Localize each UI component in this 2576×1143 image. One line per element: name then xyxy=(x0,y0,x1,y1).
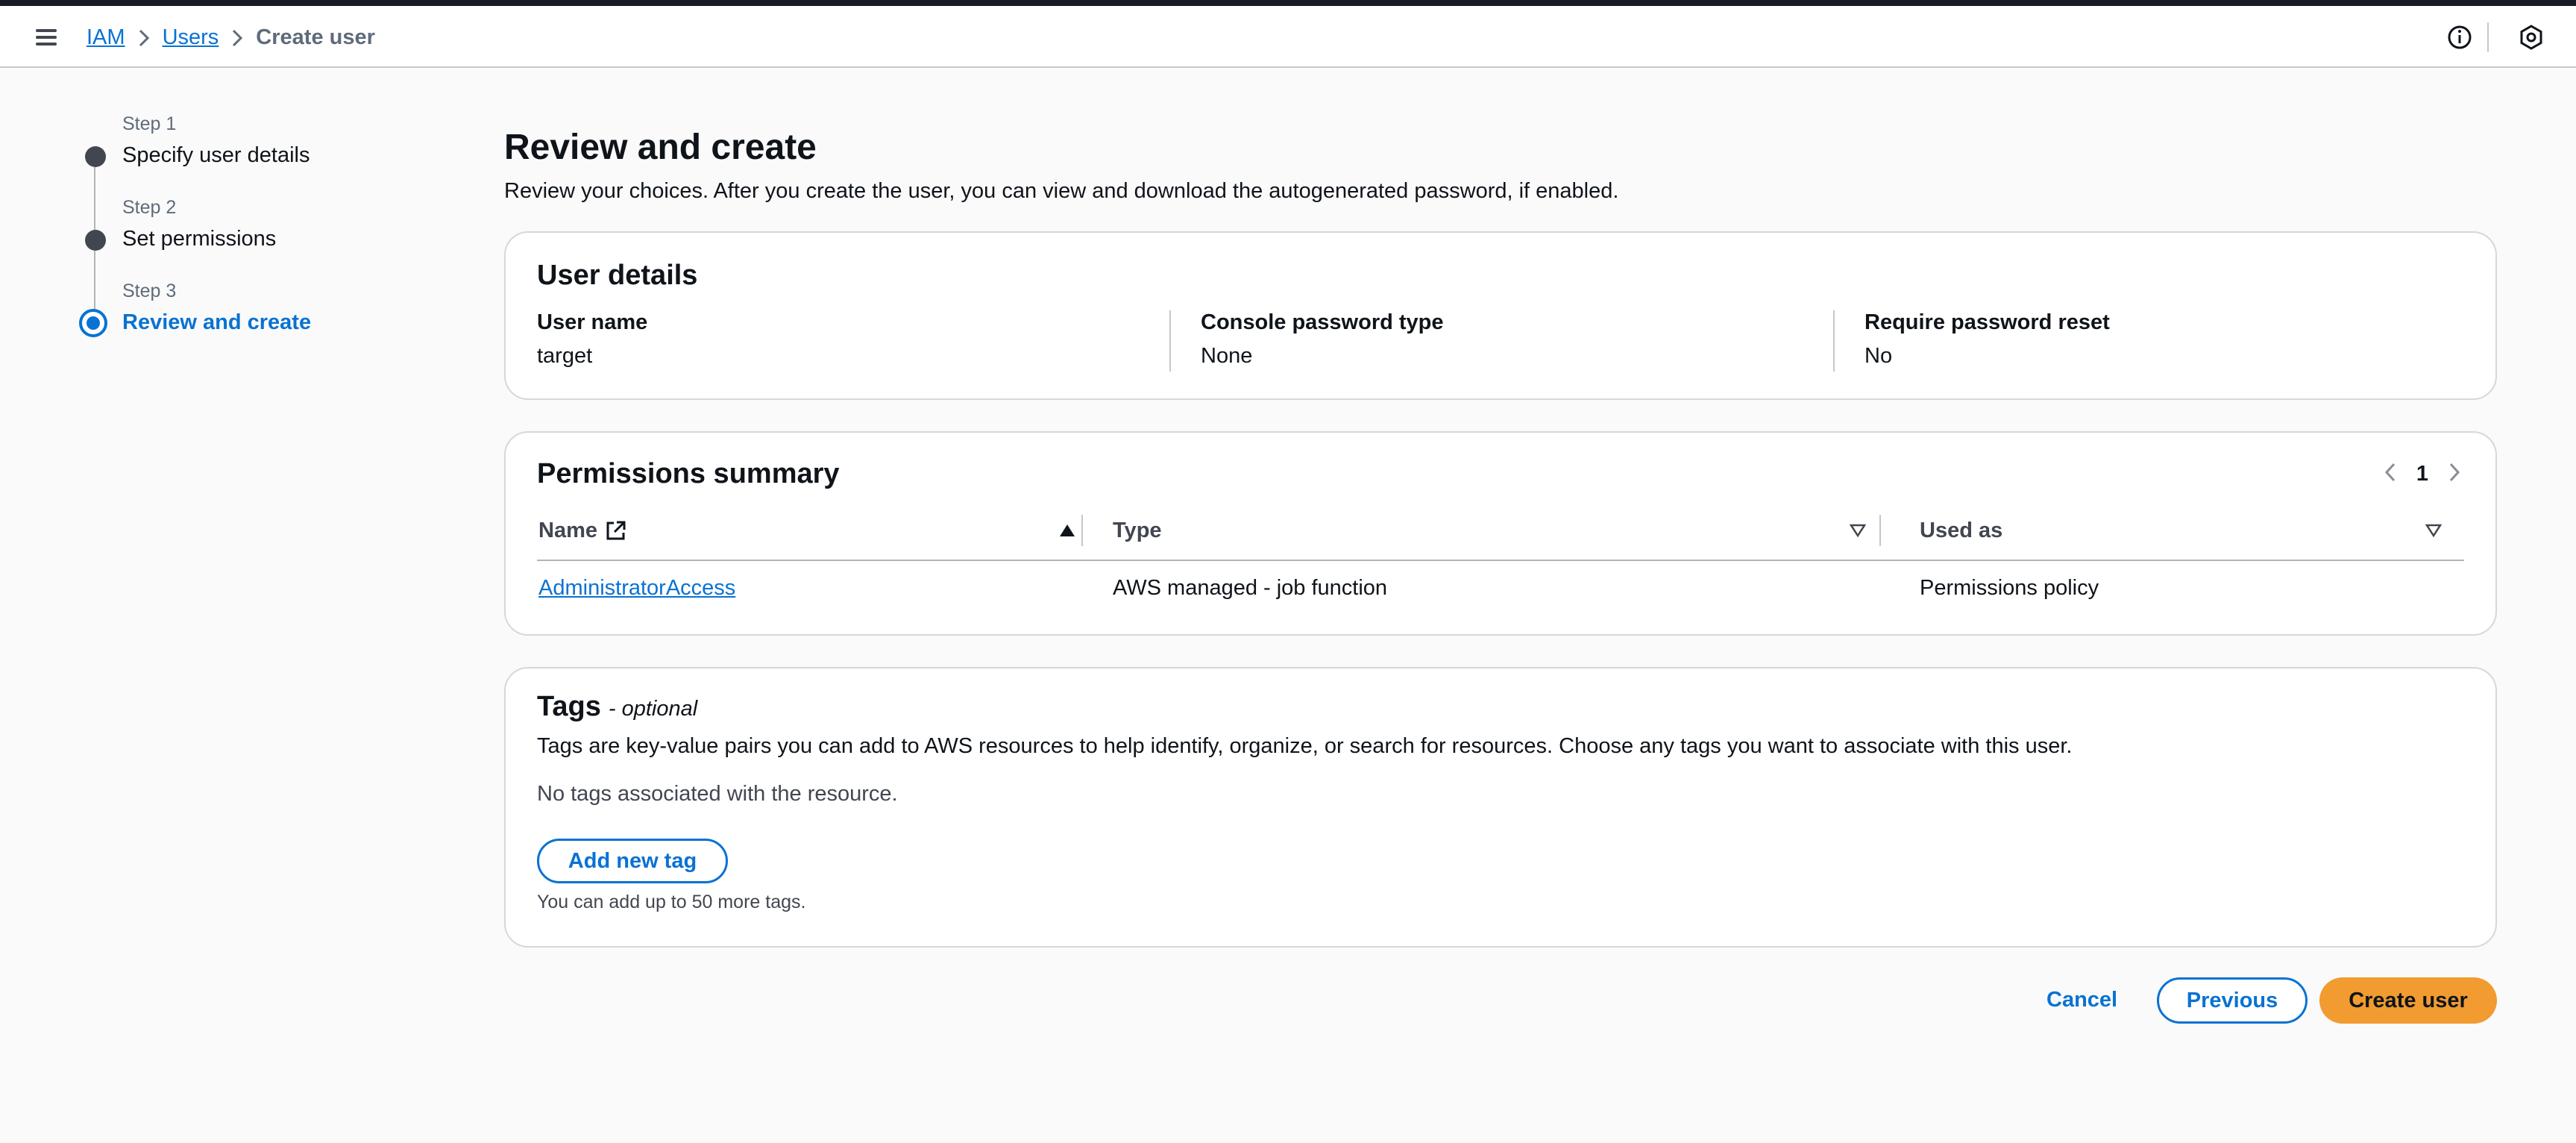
policy-name-link[interactable]: AdministratorAccess xyxy=(538,576,735,601)
top-navigation-bar: IAM Users Create user xyxy=(0,6,2576,68)
breadcrumb-users-link[interactable]: Users xyxy=(163,25,219,50)
toolbar-divider xyxy=(2487,22,2489,52)
require-password-reset-value: No xyxy=(1865,344,1893,368)
previous-button[interactable]: Previous xyxy=(2157,977,2308,1024)
console-password-type-field: Console password type None xyxy=(1201,310,1835,369)
breadcrumb-iam-link[interactable]: IAM xyxy=(87,25,125,50)
wizard-step-set-permissions[interactable]: Set permissions xyxy=(122,227,276,251)
breadcrumb-current: Create user xyxy=(256,25,375,49)
external-link-icon xyxy=(605,519,627,542)
wizard-connector xyxy=(94,167,95,231)
console-password-type-label: Console password type xyxy=(1201,310,1444,334)
tags-optional-label: - optional xyxy=(608,697,698,721)
chevron-right-icon xyxy=(125,25,163,50)
column-header-type[interactable]: Type xyxy=(1113,501,1866,560)
policy-type-cell: AWS managed - job function xyxy=(1113,576,1388,600)
top-strip xyxy=(0,0,2576,6)
column-header-used-as[interactable]: Used as xyxy=(1920,501,2442,560)
step-2-indicator xyxy=(85,230,106,251)
add-new-tag-button[interactable]: Add new tag xyxy=(537,839,728,883)
chevron-right-icon[interactable] xyxy=(2448,461,2461,487)
user-name-label: User name xyxy=(537,310,648,334)
column-header-type-label: Type xyxy=(1113,518,1162,542)
create-user-button[interactable]: Create user xyxy=(2319,977,2497,1024)
sort-caret-down-icon[interactable] xyxy=(1850,523,1866,538)
column-header-used-as-label: Used as xyxy=(1920,518,2003,542)
policy-used-as-cell: Permissions policy xyxy=(1920,576,2099,600)
permissions-summary-title: Permissions summary xyxy=(537,458,840,489)
tags-hint: You can add up to 50 more tags. xyxy=(537,892,806,912)
tags-heading: Tags xyxy=(537,691,601,722)
step-3-indicator xyxy=(79,309,107,337)
wizard-step-review-and-create: Review and create xyxy=(122,310,312,334)
user-details-title: User details xyxy=(537,260,698,291)
table-header-border xyxy=(537,560,2464,561)
sort-ascending-icon[interactable] xyxy=(1059,523,1075,538)
settings-hexagon-icon[interactable] xyxy=(2518,24,2545,51)
column-resizer[interactable] xyxy=(1879,515,1881,546)
user-name-field: User name target xyxy=(537,310,1171,369)
require-password-reset-label: Require password reset xyxy=(1865,310,2110,334)
sort-caret-down-icon[interactable] xyxy=(2425,523,2442,538)
tags-card: Tags - optional Tags are key-value pairs… xyxy=(504,667,2497,948)
chevron-right-icon xyxy=(219,25,256,50)
step-2-label: Step 2 xyxy=(122,197,177,218)
wizard-step-specify-user-details[interactable]: Specify user details xyxy=(122,143,310,168)
user-name-value: target xyxy=(537,344,593,368)
chevron-left-icon[interactable] xyxy=(2384,461,2397,487)
hamburger-menu-icon[interactable] xyxy=(33,26,60,48)
column-divider xyxy=(1833,310,1835,372)
page-number[interactable]: 1 xyxy=(2416,462,2428,486)
page-title: Review and create xyxy=(504,128,817,167)
require-password-reset-field: Require password reset No xyxy=(1865,310,2498,369)
cancel-button[interactable]: Cancel xyxy=(2046,988,2117,1012)
column-header-name[interactable]: Name xyxy=(538,501,1075,560)
permissions-summary-card: Permissions summary 1 Name Type Used as … xyxy=(504,431,2497,636)
page-description: Review your choices. After you create th… xyxy=(504,179,1619,203)
tags-title: Tags - optional xyxy=(537,691,697,723)
column-header-name-label: Name xyxy=(538,518,597,542)
step-3-label: Step 3 xyxy=(122,281,177,301)
breadcrumb: IAM Users Create user xyxy=(87,21,375,54)
column-resizer[interactable] xyxy=(1081,515,1083,546)
user-details-card: User details User name target Console pa… xyxy=(504,231,2497,400)
step-1-label: Step 1 xyxy=(122,113,177,134)
column-divider xyxy=(1169,310,1171,372)
step-1-indicator xyxy=(85,146,106,167)
tags-description: Tags are key-value pairs you can add to … xyxy=(537,734,2073,758)
tags-empty-message: No tags associated with the resource. xyxy=(537,782,898,806)
console-password-type-value: None xyxy=(1201,344,1253,368)
pagination: 1 xyxy=(2384,461,2461,487)
info-icon[interactable] xyxy=(2446,24,2473,51)
wizard-connector xyxy=(94,251,95,312)
